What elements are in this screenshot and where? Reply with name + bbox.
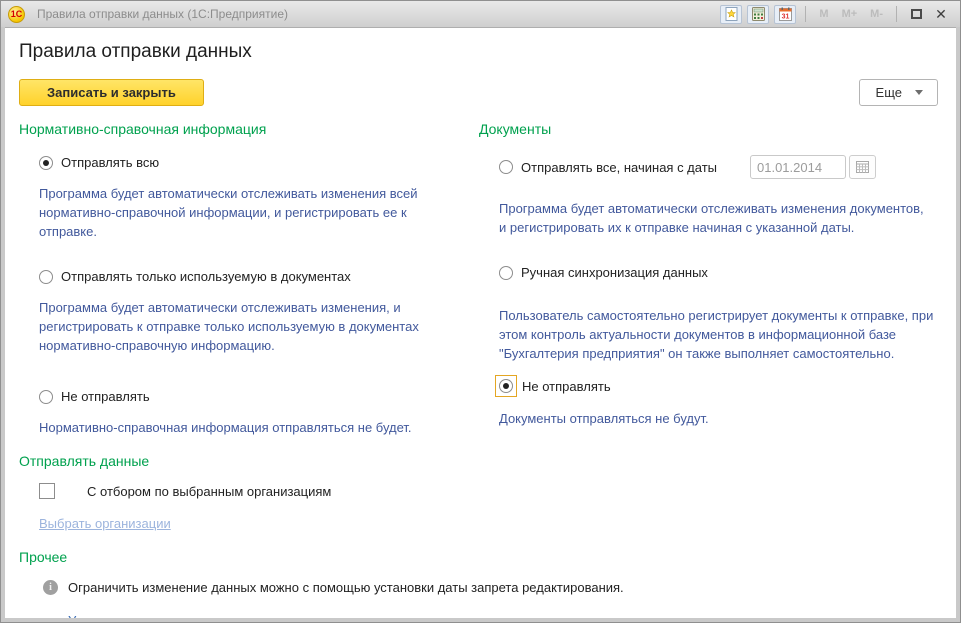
start-date-input[interactable] <box>750 155 846 179</box>
svg-text:31: 31 <box>782 14 790 21</box>
calendar-icon[interactable]: 31 <box>774 5 796 24</box>
date-picker-button[interactable] <box>849 155 876 179</box>
hint-text: Программа будет автоматически отслеживат… <box>39 298 459 355</box>
titlebar: 1С Правила отправки данных (1С:Предприят… <box>1 1 960 27</box>
hint-text: Пользователь самостоятельно регистрирует… <box>499 306 934 363</box>
radio-option-no-send-docs[interactable]: Не отправлять <box>495 375 934 397</box>
more-button-label: Еще <box>876 85 902 100</box>
maximize-icon <box>911 9 922 19</box>
hint-text: Программа будет автоматически отслеживат… <box>39 184 459 241</box>
section-title-nsi: Нормативно-справочная информация <box>19 121 463 137</box>
radio-icon[interactable] <box>39 270 53 284</box>
close-button[interactable]: ✕ <box>931 5 951 23</box>
radio-label: Отправлять только используемую в докумен… <box>61 269 351 284</box>
checkbox-icon[interactable] <box>39 483 55 499</box>
radio-icon[interactable] <box>499 266 513 280</box>
radio-label: Не отправлять <box>522 379 611 394</box>
info-icon: i <box>43 580 58 595</box>
set-edit-ban-date-link[interactable]: Установить дату запрета изменения данных <box>68 613 335 618</box>
radio-option-manual-sync[interactable]: Ручная синхронизация данных <box>499 265 934 280</box>
radio-label: Отправлять всю <box>61 155 159 170</box>
radio-label: Ручная синхронизация данных <box>521 265 708 280</box>
radio-label: Не отправлять <box>61 389 150 404</box>
radio-option-send-used-nsi[interactable]: Отправлять только используемую в докумен… <box>39 269 463 284</box>
memory-m-plus-button[interactable]: M+ <box>838 8 862 20</box>
window-title: Правила отправки данных (1С:Предприятие) <box>37 7 288 21</box>
1c-logo-icon: 1С <box>8 6 25 23</box>
chevron-down-icon <box>915 90 923 95</box>
radio-focus-ring <box>495 375 517 397</box>
select-organizations-link[interactable]: Выбрать организации <box>39 516 171 531</box>
maximize-button[interactable] <box>906 5 926 23</box>
radio-option-no-send-nsi[interactable]: Не отправлять <box>39 389 463 404</box>
radio-icon[interactable] <box>39 390 53 404</box>
radio-option-send-all-docs[interactable]: Отправлять все, начиная с даты <box>499 155 934 179</box>
more-button[interactable]: Еще <box>859 79 938 106</box>
section-title-other: Прочее <box>19 549 463 565</box>
hint-text: Программа будет автоматически отслеживат… <box>499 199 934 237</box>
checkbox-option-filter-orgs[interactable]: С отбором по выбранным организациям <box>39 483 463 499</box>
start-date-field-group <box>750 155 876 179</box>
checkbox-label: С отбором по выбранным организациям <box>87 484 331 499</box>
hint-text: Документы отправляться не будут. <box>499 409 934 428</box>
save-and-close-button[interactable]: Записать и закрыть <box>19 79 204 106</box>
calendar-picker-icon <box>856 161 869 173</box>
titlebar-separator <box>896 6 897 22</box>
favorites-icon[interactable] <box>720 5 742 24</box>
radio-option-send-all-nsi[interactable]: Отправлять всю <box>39 155 463 170</box>
page-title: Правила отправки данных <box>19 41 956 63</box>
titlebar-separator <box>805 6 806 22</box>
memory-m-minus-button[interactable]: M- <box>866 8 887 20</box>
radio-icon[interactable] <box>499 160 513 174</box>
radio-icon[interactable] <box>39 156 53 170</box>
calculator-icon[interactable] <box>747 5 769 24</box>
app-window: 1С Правила отправки данных (1С:Предприят… <box>0 0 961 623</box>
radio-icon[interactable] <box>499 379 513 393</box>
section-title-documents: Документы <box>479 121 934 137</box>
section-title-send-data: Отправлять данные <box>19 453 463 469</box>
form-content: Правила отправки данных Записать и закры… <box>5 27 956 618</box>
radio-label: Отправлять все, начиная с даты <box>521 160 717 175</box>
hint-text: Нормативно-справочная информация отправл… <box>39 418 463 437</box>
memory-m-button[interactable]: M <box>815 8 832 20</box>
